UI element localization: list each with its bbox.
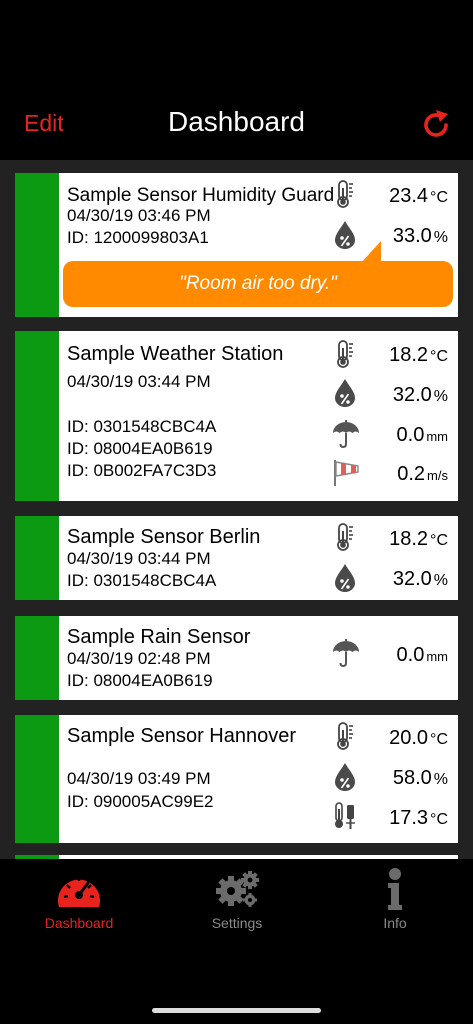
temperature-value: 18.2 °C [389, 344, 448, 366]
humidity-value: 32.0% [392, 384, 448, 406]
sensor-datetime: 04/30/19 02:48 PM [67, 649, 211, 668]
status-indicator [15, 173, 59, 317]
probe-thermometer-icon [333, 801, 359, 831]
tab-dashboard[interactable]: Dashboard [0, 859, 158, 931]
humidity-value: 58.0% [392, 767, 448, 789]
umbrella-icon [331, 638, 361, 668]
tab-label: Info [383, 915, 407, 931]
sensor-card[interactable]: Sample Sensor Berlin 04/30/19 03:44 PM I… [15, 516, 458, 600]
alert-message: "Room air too dry." [63, 261, 453, 307]
sensor-list[interactable]: Sample Sensor Humidity Guard 04/30/19 03… [0, 160, 473, 859]
tab-bar: Dashboard Settings Info [0, 859, 473, 931]
sensor-id: ID: 08004EA0B619 [67, 671, 213, 690]
sensor-card[interactable]: Sample Sensor Humidity Guard 04/30/19 03… [15, 173, 458, 317]
alert-bubble-tail [361, 241, 381, 263]
sensor-name: Sample Sensor Berlin [67, 526, 261, 548]
sensor-name: Sample Weather Station [67, 343, 284, 365]
humidity-drop-icon [333, 761, 359, 791]
umbrella-icon [331, 419, 361, 449]
thermometer-icon [333, 522, 359, 552]
sensor-card[interactable]: Sample Rain Sensor 04/30/19 02:48 PM ID:… [15, 616, 458, 700]
tab-info[interactable]: Info [316, 859, 473, 931]
sensor-datetime: 04/30/19 03:46 PM [67, 206, 211, 225]
humidity-value: 33.0% [392, 225, 448, 247]
tab-settings[interactable]: Settings [158, 859, 316, 931]
navigation-bar: Edit Dashboard [0, 0, 473, 160]
sensor-name: Sample Sensor Hannover [67, 725, 297, 747]
wind-value: 0.2 m/s [397, 463, 448, 485]
dashboard-gauge-icon [58, 877, 100, 907]
status-indicator [15, 715, 59, 843]
probe-temperature-value: 17.3 °C [389, 807, 448, 829]
sensor-card[interactable]: Sample Weather Station 04/30/19 03:44 PM… [15, 331, 458, 501]
thermometer-icon [333, 339, 359, 369]
status-indicator [15, 616, 59, 700]
temperature-value: 18.2 °C [389, 528, 448, 550]
humidity-drop-icon [333, 377, 359, 407]
tab-label: Settings [211, 915, 263, 931]
sensor-name: Sample Rain Sensor [67, 626, 251, 648]
info-icon [388, 868, 402, 910]
sensor-datetime: 04/30/19 03:44 PM [67, 372, 211, 391]
sensor-id: ID: 0B002FA7C3D3 [67, 461, 217, 480]
sensor-id: ID: 0301548CBC4A [67, 417, 217, 436]
sensor-id: ID: 0301548CBC4A [67, 571, 217, 590]
rain-value: 0.0 mm [396, 644, 448, 666]
windsock-icon [331, 457, 361, 487]
gears-icon [216, 871, 259, 907]
temperature-value: 20.0 °C [389, 727, 448, 749]
home-indicator[interactable] [152, 1008, 321, 1013]
humidity-drop-icon [333, 562, 359, 592]
humidity-value: 32.0% [392, 568, 448, 590]
sensor-card[interactable]: Sample Sensor Hannover 04/30/19 03:49 PM… [15, 715, 458, 843]
sensor-datetime: 04/30/19 03:44 PM [67, 549, 211, 568]
rain-value: 0.0 mm [396, 424, 448, 446]
sensor-datetime: 04/30/19 03:49 PM [67, 769, 211, 788]
sensor-name: Sample Sensor Humidity Guard [67, 185, 335, 206]
page-title: Dashboard [168, 106, 305, 137]
refresh-icon[interactable] [418, 107, 454, 143]
temperature-value: 23.4 °C [389, 185, 448, 207]
sensor-id: ID: 090005AC99E2 [67, 792, 214, 811]
status-indicator [15, 331, 59, 501]
sensor-id: ID: 1200099803A1 [67, 228, 209, 247]
thermometer-icon [333, 721, 359, 751]
thermometer-icon [333, 179, 359, 209]
humidity-drop-icon [333, 219, 359, 249]
status-indicator [15, 516, 59, 600]
sensor-id: ID: 08004EA0B619 [67, 439, 213, 458]
tab-label: Dashboard [44, 915, 114, 931]
